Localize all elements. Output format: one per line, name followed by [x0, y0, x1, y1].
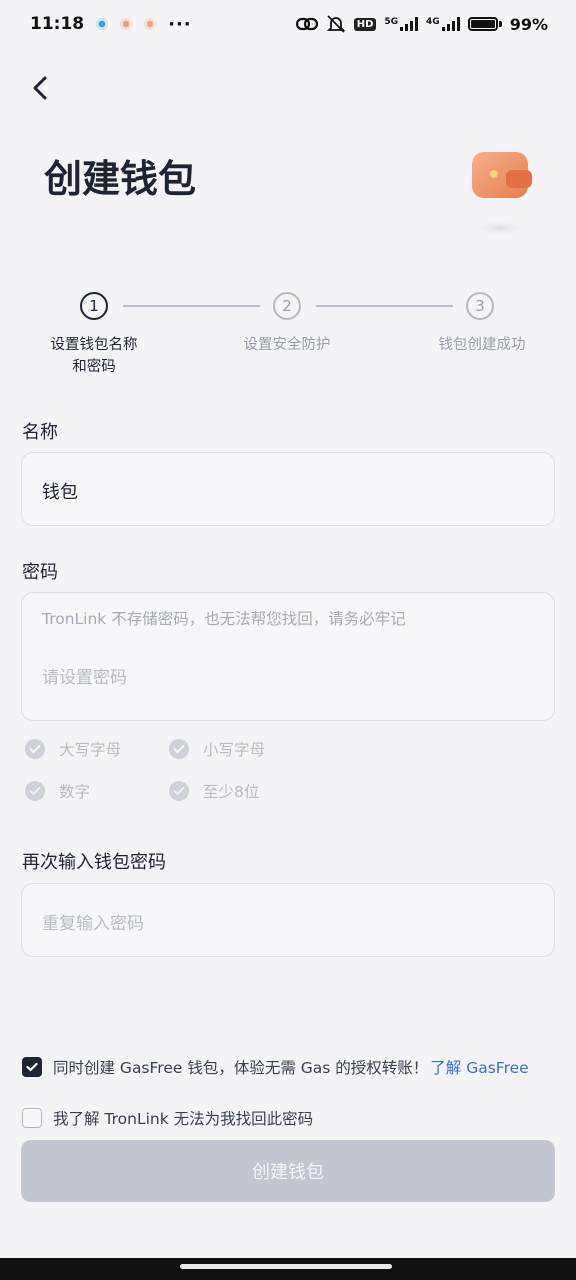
- check-icon: [169, 739, 189, 759]
- app-notification-icon: [96, 18, 109, 30]
- mute-bell-icon: [326, 15, 345, 33]
- network-5g-label: 5G: [384, 17, 399, 27]
- battery-percent: 99%: [509, 14, 548, 34]
- password-placeholder: 请设置密码: [42, 668, 127, 688]
- gasfree-agreement-row: 同时创建 GasFree 钱包，体验无需 Gas 的授权转账！ 了解 GasFre…: [22, 1056, 529, 1078]
- battery-icon: [467, 17, 502, 31]
- password-storage-hint: TronLink 不存储密码，也无法帮您找回，请务必牢记: [42, 610, 406, 628]
- check-icon: [25, 739, 45, 759]
- progress-stepper: 1 2 3 设置钱包名称和密码 设置安全防护 钱包创建成功: [0, 288, 576, 388]
- check-icon: [26, 1062, 38, 1072]
- password-rule-length: 至少8位: [169, 780, 259, 802]
- link-icon: [295, 17, 318, 31]
- step-3-label: 钱包创建成功: [438, 337, 526, 353]
- gasfree-text: 同时创建 GasFree 钱包，体验无需 Gas 的授权转账！: [53, 1059, 429, 1077]
- app-notification-icon: [120, 18, 133, 30]
- password-rule-digit: 数字: [25, 780, 90, 802]
- wallet-icon: [472, 152, 532, 236]
- rule-label: 大写字母: [59, 741, 122, 759]
- signal-4g-icon: [441, 17, 460, 31]
- check-icon: [169, 781, 189, 801]
- gasfree-checkbox[interactable]: [22, 1057, 42, 1077]
- step-3-indicator: 3: [466, 292, 494, 320]
- step-1-label: 设置钱包名称和密码: [50, 337, 138, 375]
- name-input[interactable]: 钱包: [21, 452, 555, 526]
- name-input-value: 钱包: [42, 482, 78, 503]
- password-ack-text: 我了解 TronLink 无法为我找回此密码: [53, 1110, 314, 1128]
- password-rule-uppercase: 大写字母: [25, 738, 121, 760]
- more-notifications-icon: ···: [168, 13, 192, 35]
- gasfree-agreement-text: 同时创建 GasFree 钱包，体验无需 Gas 的授权转账！ 了解 GasFre…: [53, 1056, 529, 1078]
- step-2-label: 设置安全防护: [243, 337, 331, 353]
- name-field-label: 名称: [22, 422, 58, 443]
- page-title: 创建钱包: [44, 157, 197, 201]
- back-arrow-icon: [33, 76, 47, 100]
- status-time: 11:18: [30, 14, 85, 34]
- system-nav-bar: [0, 1258, 576, 1280]
- step-1-indicator: 1: [80, 292, 108, 320]
- password-ack-checkbox[interactable]: [22, 1108, 42, 1128]
- rule-label: 小写字母: [203, 741, 266, 759]
- check-icon: [25, 781, 45, 801]
- rule-label: 数字: [59, 783, 91, 801]
- back-button[interactable]: [22, 70, 58, 106]
- create-wallet-button[interactable]: 创建钱包: [21, 1140, 555, 1202]
- status-bar: 11:18 ··· HD 5G 4G 99%: [0, 0, 576, 48]
- rule-label: 至少8位: [203, 783, 260, 801]
- hd-badge: HD: [353, 17, 377, 31]
- password-ack-row: 我了解 TronLink 无法为我找回此密码: [22, 1107, 313, 1129]
- step-2-indicator: 2: [273, 292, 301, 320]
- confirm-password-input[interactable]: 重复输入密码: [21, 883, 555, 957]
- step-connector: [123, 305, 260, 307]
- learn-gasfree-link[interactable]: 了解 GasFree: [430, 1059, 528, 1077]
- confirm-password-label: 再次输入钱包密码: [22, 852, 166, 873]
- password-rule-lowercase: 小写字母: [169, 738, 265, 760]
- password-field-label: 密码: [22, 562, 58, 583]
- password-input[interactable]: TronLink 不存储密码，也无法帮您找回，请务必牢记 请设置密码: [21, 592, 555, 721]
- home-indicator[interactable]: [180, 1264, 392, 1269]
- app-notification-icon: [144, 18, 157, 30]
- signal-5g-icon: [400, 17, 419, 31]
- step-connector: [316, 305, 453, 307]
- confirm-password-placeholder: 重复输入密码: [42, 914, 144, 934]
- network-4g-label: 4G: [426, 17, 440, 27]
